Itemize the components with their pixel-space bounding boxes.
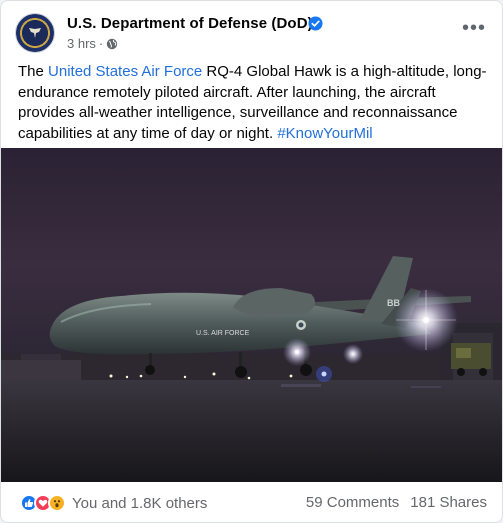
more-options-icon[interactable]: ••• (462, 18, 486, 41)
global-hawk-photo-illustration: BB U.S. AIR FORCE (1, 256, 502, 482)
post-header: U.S. Department of Defense (DoD) 3 hrs ·… (15, 13, 492, 55)
verified-badge-icon (308, 16, 323, 31)
comments-count-link[interactable]: 59 Comments (306, 494, 399, 511)
post-photo[interactable]: BB U.S. AIR FORCE (1, 148, 502, 482)
hashtag-link[interactable]: #KnowYourMil (277, 125, 372, 142)
air-force-link[interactable]: United States Air Force (48, 63, 202, 80)
meta-separator: · (98, 36, 104, 51)
post-footer: You and 1.8K others 59 Comments 181 Shar… (1, 482, 502, 522)
post-meta: 3 hrs · (67, 36, 118, 51)
fuselage-marking: U.S. AIR FORCE (196, 330, 250, 337)
page-name-link[interactable]: U.S. Department of Defense (DoD) (67, 15, 313, 32)
post-text-intro: The (18, 63, 49, 80)
page-avatar[interactable] (15, 13, 55, 53)
eagle-emblem-icon (29, 28, 41, 38)
reactions-summary[interactable]: You and 1.8K others (20, 494, 207, 512)
engagement-counts: 59 Comments 181 Shares (306, 494, 487, 511)
post-timestamp[interactable]: 3 hrs (67, 36, 96, 51)
globe-icon[interactable] (106, 38, 118, 50)
post-text: The United States Air Force RQ-4 Global … (18, 62, 492, 144)
post-card: U.S. Department of Defense (DoD) 3 hrs ·… (0, 0, 503, 523)
shares-count-link[interactable]: 181 Shares (410, 494, 487, 511)
reaction-count-text[interactable]: You and 1.8K others (72, 495, 207, 512)
wow-reaction-icon (48, 494, 66, 512)
